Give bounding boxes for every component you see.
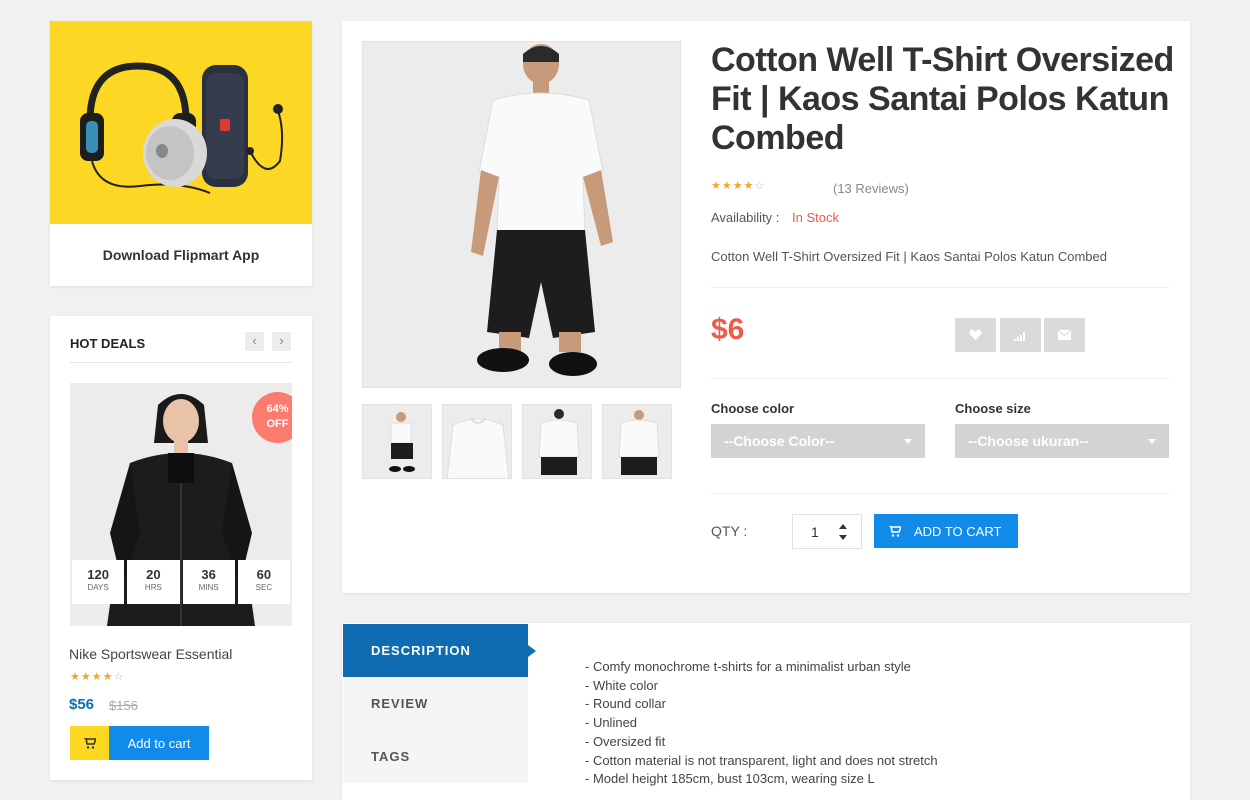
quantity-value[interactable]: 1 [811, 524, 819, 540]
product-thumbnail[interactable] [362, 404, 432, 479]
app-promo-panel: Download Flipmart App [50, 21, 312, 286]
countdown-hours: 20 HRS [127, 560, 180, 604]
hot-deal-rating-stars: ★★★★☆ [70, 671, 125, 683]
envelope-icon [1058, 330, 1071, 340]
countdown-label: HRS [144, 583, 162, 592]
hot-deals-panel: HOT DEALS ‹ › 64% OFF 120 DAYS 20 HRS 36… [50, 316, 312, 780]
app-promo-banner-image[interactable] [50, 21, 312, 224]
description-line: - Unlined [585, 715, 638, 731]
countdown-number: 60 [256, 567, 272, 582]
description-line: - Round collar [585, 696, 666, 712]
quantity-stepper[interactable]: 1 [792, 514, 862, 549]
hot-deals-next-button[interactable]: › [272, 332, 291, 351]
divider [711, 378, 1169, 379]
product-info-tabs: DESCRIPTION REVIEW TAGS - Comfy monochro… [342, 623, 1190, 800]
availability-status: In Stock [792, 210, 839, 225]
color-select[interactable]: --Choose Color-- [711, 424, 925, 458]
color-select-value: --Choose Color-- [724, 433, 835, 449]
deal-countdown: 120 DAYS 20 HRS 36 MINS 60 SEC [72, 560, 290, 604]
size-select[interactable]: --Choose ukuran-- [955, 424, 1169, 458]
hot-deals-divider [70, 362, 292, 363]
description-line: - Model height 185cm, bust 103cm, wearin… [585, 771, 875, 787]
download-app-link[interactable]: Download Flipmart App [50, 224, 312, 286]
quantity-decrease-icon[interactable] [839, 535, 847, 540]
cart-icon [889, 525, 901, 537]
product-thumbnail[interactable] [442, 404, 512, 479]
email-share-button[interactable] [1044, 318, 1085, 352]
countdown-number: 120 [87, 567, 109, 582]
hot-deal-old-price: $156 [109, 698, 138, 713]
wishlist-button[interactable] [955, 318, 996, 352]
cart-icon[interactable] [70, 726, 109, 760]
product-thumbnail[interactable] [602, 404, 672, 479]
product-title: Cotton Well T-Shirt Oversized Fit | Kaos… [711, 41, 1174, 157]
description-content: - Comfy monochrome t-shirts for a minima… [585, 658, 938, 789]
divider [711, 493, 1169, 494]
discount-percent: 64% [266, 403, 289, 415]
countdown-seconds: 60 SEC [237, 560, 290, 604]
product-detail-panel: Cotton Well T-Shirt Oversized Fit | Kaos… [342, 21, 1190, 593]
product-main-image[interactable] [362, 41, 681, 388]
heart-icon [969, 329, 982, 340]
tab-tags[interactable]: TAGS [343, 730, 528, 783]
size-option-label: Choose size [955, 401, 1031, 416]
size-select-value: --Choose ukuran-- [968, 433, 1089, 449]
product-rating-stars: ★★★★☆ [711, 180, 766, 192]
tab-review[interactable]: REVIEW [343, 677, 528, 730]
description-line: - Comfy monochrome t-shirts for a minima… [585, 659, 911, 674]
countdown-number: 20 [146, 567, 161, 582]
product-price: $6 [711, 313, 745, 346]
countdown-number: 36 [201, 567, 216, 582]
chevron-down-icon [1148, 439, 1156, 444]
add-to-cart-label: ADD TO CART [914, 523, 1002, 539]
countdown-days: 120 DAYS [72, 560, 125, 604]
countdown-label: SEC [255, 583, 273, 592]
hot-deal-product-image[interactable]: 64% OFF 120 DAYS 20 HRS 36 MINS 60 SEC [70, 383, 292, 626]
divider [711, 287, 1169, 288]
hot-deal-add-to-cart-button[interactable]: Add to cart [109, 726, 209, 760]
description-line: - White color [585, 677, 658, 693]
hot-deals-title: HOT DEALS [70, 336, 146, 351]
tab-description[interactable]: DESCRIPTION [343, 624, 536, 677]
hot-deal-price: $56 [69, 696, 95, 713]
hot-deals-prev-button[interactable]: ‹ [245, 332, 264, 351]
discount-off-label: OFF [266, 418, 289, 430]
countdown-label: MINS [198, 583, 219, 592]
hot-deal-product-name[interactable]: Nike Sportswear Essential [69, 646, 232, 662]
description-line: - Cotton material is not transparent, li… [585, 752, 938, 768]
countdown-label: DAYS [87, 583, 109, 592]
product-thumbnail[interactable] [522, 404, 592, 479]
compare-button[interactable] [1000, 318, 1041, 352]
countdown-minutes: 36 MINS [182, 560, 235, 604]
quantity-label: QTY : [711, 523, 748, 539]
product-reviews-link[interactable]: (13 Reviews) [833, 181, 909, 196]
chevron-down-icon [904, 439, 912, 444]
signal-bars-icon [1014, 331, 1025, 341]
availability-label: Availability : [711, 210, 780, 225]
product-short-description: Cotton Well T-Shirt Oversized Fit | Kaos… [711, 249, 1107, 264]
color-option-label: Choose color [711, 401, 795, 416]
quantity-increase-icon[interactable] [839, 524, 847, 529]
add-to-cart-button[interactable]: ADD TO CART [874, 514, 1018, 548]
description-line: - Oversized fit [585, 733, 666, 749]
